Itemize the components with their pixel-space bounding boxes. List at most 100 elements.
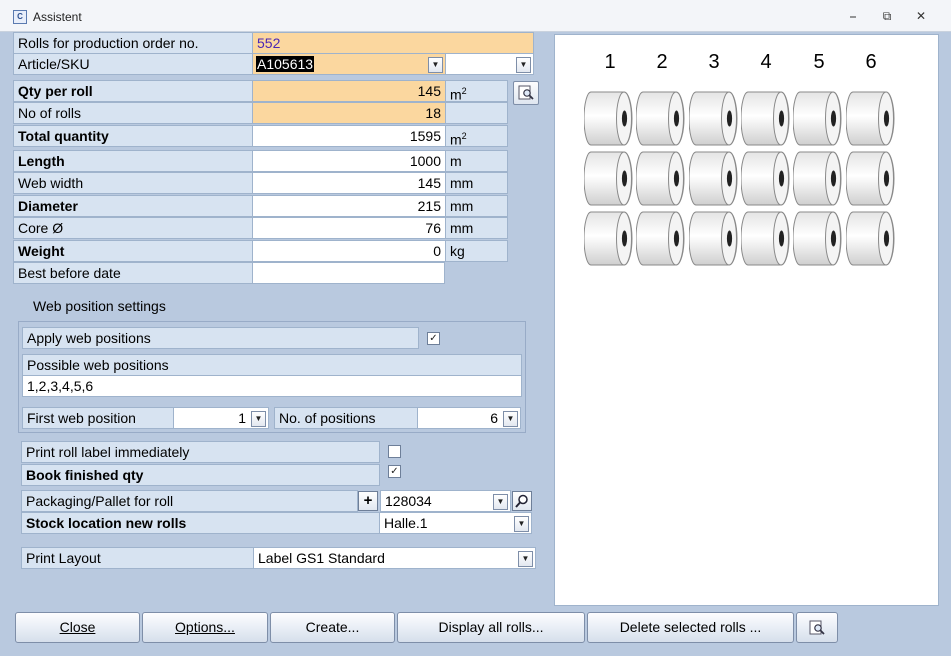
production-order-row: Rolls for production order no. 552: [13, 32, 534, 54]
core-field[interactable]: 76: [252, 217, 446, 239]
roll-icon[interactable]: [688, 91, 738, 146]
roll-icon[interactable]: [635, 151, 685, 206]
close-icon[interactable]: ✕: [911, 8, 931, 24]
roll-icon[interactable]: [740, 211, 790, 266]
roll-icon[interactable]: [740, 151, 790, 206]
chevron-down-icon[interactable]: ▼: [516, 57, 531, 73]
roll-icon[interactable]: [792, 91, 842, 146]
print-label-immediately-checkbox[interactable]: [388, 445, 401, 458]
book-finished-row: Book finished qty: [21, 464, 380, 486]
search-packaging-button[interactable]: [512, 491, 532, 511]
best-before-row: Best before date: [13, 262, 445, 284]
roll-icon[interactable]: [845, 91, 895, 146]
chevron-down-icon[interactable]: ▼: [493, 494, 508, 510]
search-icon: [515, 494, 528, 508]
roll-icon[interactable]: [688, 211, 738, 266]
no-of-positions-value: 6: [490, 410, 498, 426]
roll-icon[interactable]: [688, 151, 738, 206]
close-button[interactable]: Close: [15, 612, 140, 643]
delete-selected-rolls-button[interactable]: Delete selected rolls ...: [587, 612, 794, 643]
length-label: Length: [13, 150, 253, 172]
book-finished-qty-label: Book finished qty: [21, 464, 380, 486]
first-web-position-label: First web position: [22, 407, 174, 429]
article-variant-select[interactable]: ▼: [445, 53, 534, 75]
weight-label: Weight: [13, 240, 253, 262]
possible-web-positions-row: Possible web positions: [22, 354, 522, 376]
chevron-down-icon[interactable]: ▼: [518, 551, 533, 567]
stock-location-row: Stock location new rolls Halle.1 ▼: [21, 512, 534, 534]
web-position-header-4: 4: [760, 51, 772, 73]
chevron-down-icon[interactable]: ▼: [428, 57, 443, 73]
best-before-field[interactable]: [252, 262, 445, 284]
stock-location-value: Halle.1: [384, 515, 428, 531]
no-of-rolls-row: No of rolls 18: [13, 102, 508, 124]
minimize-icon[interactable]: ⎯: [843, 8, 863, 24]
weight-field[interactable]: 0: [252, 240, 446, 262]
length-row: Length 1000 m: [13, 150, 508, 172]
roll-icon[interactable]: [845, 211, 895, 266]
total-quantity-row: Total quantity 1595 m2: [13, 125, 508, 148]
display-all-rolls-label: Display all rolls...: [438, 619, 544, 635]
print-preview-icon: [518, 85, 534, 100]
qty-per-roll-unit: m2: [445, 80, 508, 103]
roll-icon[interactable]: [635, 91, 685, 146]
roll-icon[interactable]: [583, 91, 633, 146]
roll-icon[interactable]: [583, 211, 633, 266]
options-button[interactable]: Options...: [142, 612, 268, 643]
weight-row: Weight 0 kg: [13, 240, 508, 262]
first-web-position-select[interactable]: 1 ▼: [173, 407, 269, 429]
core-row: Core Ø 76 mm: [13, 217, 508, 239]
roll-icon[interactable]: [740, 91, 790, 146]
web-width-row: Web width 145 mm: [13, 172, 508, 194]
core-label: Core Ø: [13, 217, 253, 239]
unit-superscript: 2: [461, 131, 467, 141]
article-select[interactable]: A105613 ▼: [252, 53, 446, 75]
restore-icon[interactable]: ⧉: [877, 8, 897, 24]
production-order-value[interactable]: 552: [252, 32, 534, 54]
add-packaging-button[interactable]: +: [358, 491, 378, 511]
print-preview-icon: [809, 620, 825, 635]
stock-location-label: Stock location new rolls: [21, 512, 380, 534]
roll-icon[interactable]: [583, 151, 633, 206]
roll-icon[interactable]: [635, 211, 685, 266]
web-width-field[interactable]: 145: [252, 172, 446, 194]
create-button[interactable]: Create...: [270, 612, 395, 643]
diameter-field[interactable]: 215: [252, 195, 446, 217]
first-web-position-value: 1: [238, 410, 246, 426]
packaging-select[interactable]: 128034 ▼: [380, 490, 511, 512]
web-position-header-6: 6: [865, 51, 877, 73]
chevron-down-icon[interactable]: ▼: [503, 411, 518, 427]
close-button-label: Close: [59, 619, 96, 635]
apply-web-positions-row: Apply web positions: [22, 327, 419, 349]
apply-web-positions-checkbox[interactable]: ✓: [427, 332, 440, 345]
chevron-down-icon[interactable]: ▼: [251, 411, 266, 427]
no-of-positions-select[interactable]: 6 ▼: [417, 407, 521, 429]
dialog-body: Rolls for production order no. 552 Artic…: [8, 32, 944, 646]
no-of-rolls-field[interactable]: 18: [252, 102, 446, 124]
book-finished-qty-checkbox[interactable]: ✓: [388, 465, 401, 478]
possible-web-positions-field[interactable]: 1,2,3,4,5,6: [22, 375, 522, 397]
no-of-positions-label: No. of positions: [274, 407, 418, 429]
display-all-rolls-button[interactable]: Display all rolls...: [397, 612, 585, 643]
qty-per-roll-field[interactable]: 145: [252, 80, 446, 102]
roll-icon[interactable]: [792, 151, 842, 206]
print-preview-button[interactable]: [796, 612, 838, 643]
roll-icon[interactable]: [792, 211, 842, 266]
create-button-label: Create...: [305, 619, 360, 635]
total-quantity-value: 1595: [252, 125, 446, 147]
chevron-down-icon[interactable]: ▼: [514, 516, 529, 532]
roll-icon[interactable]: [845, 151, 895, 206]
stock-location-select[interactable]: Halle.1 ▼: [379, 512, 532, 534]
qty-per-roll-row: Qty per roll 145 m2: [13, 80, 508, 103]
length-field[interactable]: 1000: [252, 150, 446, 172]
article-row: Article/SKU A105613 ▼ ▼: [13, 53, 534, 75]
preview-button[interactable]: [513, 81, 539, 105]
print-layout-select[interactable]: Label GS1 Standard ▼: [253, 547, 536, 569]
core-unit: mm: [445, 217, 508, 239]
possible-web-positions-value-row: 1,2,3,4,5,6: [22, 375, 522, 397]
print-layout-row: Print Layout Label GS1 Standard ▼: [21, 547, 536, 569]
article-label: Article/SKU: [13, 53, 253, 75]
web-width-label: Web width: [13, 172, 253, 194]
web-position-header-3: 3: [708, 51, 720, 73]
article-selected-value: A105613: [256, 56, 315, 72]
